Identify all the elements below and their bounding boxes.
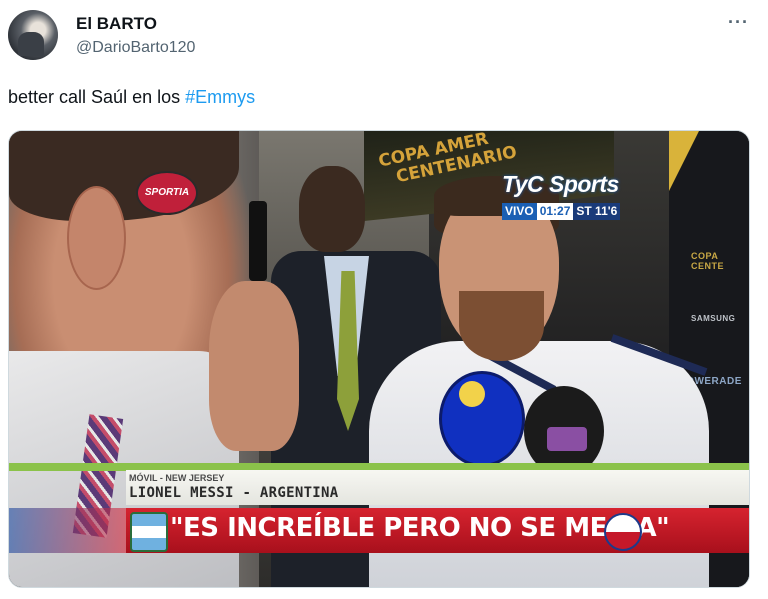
- reporter-ear: [67, 186, 126, 290]
- broadcaster-overlay: TyC Sports VIVO 01:27 ST 11'6: [502, 171, 624, 231]
- sponsor-panel-accent: [669, 131, 699, 191]
- more-options-icon[interactable]: ···: [728, 12, 749, 33]
- argentina-flag-icon: [130, 512, 168, 552]
- live-badge: VIVO: [502, 203, 537, 220]
- microphone-black-logo: [547, 427, 587, 451]
- sportia-mic-flag: SPORTIA: [136, 171, 198, 215]
- match-clock: 01:27: [536, 203, 574, 220]
- tweet-text-body: better call Saúl en los: [8, 87, 186, 107]
- caption-location: MÓVIL - NEW JERSEY: [129, 473, 225, 483]
- hashtag-link[interactable]: #Emmys: [185, 87, 255, 107]
- avatar-figure: [18, 32, 44, 56]
- reporter-phone: [249, 201, 267, 281]
- reporter-hand: [209, 281, 299, 451]
- lower-third-caption: MÓVIL - NEW JERSEY LIONEL MESSI - ARGENT…: [126, 470, 749, 505]
- live-clock-bar: VIVO 01:27 ST 11'6: [502, 203, 621, 220]
- sponsor-samsung: SAMSUNG: [691, 314, 736, 323]
- caption-left-strip: [9, 508, 126, 553]
- microphone-blue-logo: [459, 381, 485, 407]
- display-name[interactable]: El BARTO: [76, 14, 157, 34]
- chile-flag-icon: [604, 513, 642, 551]
- user-handle[interactable]: @DarioBarto120: [76, 39, 195, 57]
- caption-player: LIONEL MESSI - ARGENTINA: [129, 485, 339, 501]
- sponsor-copa: COPA CENTE: [691, 251, 725, 271]
- tweet-text: better call Saúl en los #Emmys: [8, 87, 255, 108]
- security-guard-head: [299, 166, 365, 252]
- quote-bar: "ES INCREÍBLE PERO NO SE ME DA": [126, 508, 749, 553]
- broadcaster-logo: TyC Sports: [502, 171, 619, 197]
- avatar[interactable]: [8, 10, 58, 60]
- tweet-media-image[interactable]: COPA AMER CENTENARIO COPA CENTE SAMSUNG …: [8, 130, 750, 588]
- quote-text: "ES INCREÍBLE PERO NO SE ME DA": [170, 513, 670, 543]
- match-period: ST 11'6: [573, 203, 621, 220]
- player-beard: [459, 291, 544, 361]
